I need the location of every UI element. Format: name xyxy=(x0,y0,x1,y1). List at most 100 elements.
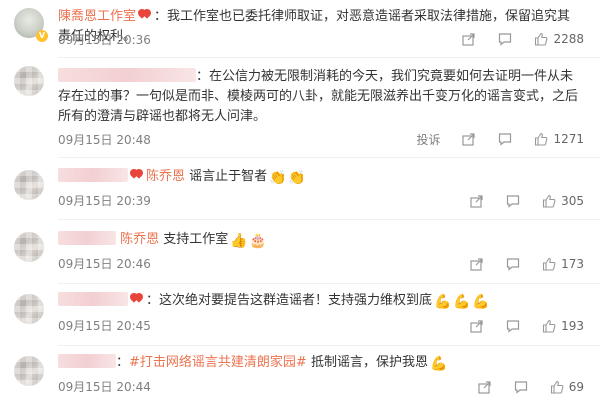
share-button[interactable] xyxy=(462,132,476,146)
thumbs-up-icon: 👍 xyxy=(230,233,248,249)
comment-button[interactable] xyxy=(514,380,528,394)
username[interactable]: 陳喬恩工作室 xyxy=(58,9,136,24)
like-count: 1271 xyxy=(553,132,584,146)
timestamp: 09月15日 20:39 xyxy=(58,194,151,208)
comment-icon xyxy=(514,381,527,394)
share-button[interactable] xyxy=(470,194,484,208)
like-icon xyxy=(535,32,548,46)
separator: ： xyxy=(146,293,160,308)
like-button[interactable]: 305 xyxy=(542,194,584,208)
fan-badge-icon xyxy=(138,9,152,21)
like-button[interactable]: 1271 xyxy=(534,132,584,146)
mention-link[interactable]: 陈乔恩 xyxy=(146,169,185,184)
actions-bar: 69 xyxy=(456,378,584,396)
comment-item: ：在公信力被无限制消耗的今天，我们究竟要如何去证明一件从未存在过的事？一句似是而… xyxy=(0,58,600,158)
username[interactable] xyxy=(58,168,128,182)
username[interactable] xyxy=(58,68,196,82)
comment-icon xyxy=(506,258,520,271)
timestamp: 09月15日 20:45 xyxy=(58,319,151,333)
muscle-icon: 💪 xyxy=(434,294,452,310)
actions-bar: 投诉 1271 xyxy=(394,130,584,148)
comment-item: V 陳喬恩工作室 ：我工作室也已委托律师取证，对恶意造谣者采取法律措施，保留追究其… xyxy=(0,0,600,58)
comment-text: 抵制谣言，保护我恩 xyxy=(310,355,428,370)
avatar[interactable] xyxy=(14,294,44,324)
comment-text: 支持工作室 xyxy=(163,232,229,247)
share-button[interactable] xyxy=(478,380,492,394)
muscle-icon: 💪 xyxy=(472,294,490,310)
divider xyxy=(58,345,600,346)
divider xyxy=(58,283,600,284)
comment-button[interactable] xyxy=(506,319,520,333)
comment-icon xyxy=(499,133,512,146)
comment-button[interactable] xyxy=(506,194,520,208)
comment-icon xyxy=(499,33,512,46)
avatar[interactable] xyxy=(14,356,44,386)
divider xyxy=(58,157,600,158)
like-count: 173 xyxy=(561,257,584,271)
hashtag-link[interactable]: #打击网络谣言共建清朗家园# xyxy=(129,355,307,370)
separator: ： xyxy=(196,69,210,84)
like-icon xyxy=(543,194,556,208)
like-button[interactable]: 2288 xyxy=(534,32,584,46)
username[interactable] xyxy=(58,231,116,245)
timestamp: 09月15日 20:46 xyxy=(58,257,151,271)
comment-line: 陈乔恩 支持工作室 👍 🎂 xyxy=(58,230,580,250)
separator: ： xyxy=(116,355,130,370)
share-button[interactable] xyxy=(462,32,476,46)
timestamp: 09月15日 20:48 xyxy=(58,133,151,147)
comment-icon xyxy=(506,195,520,208)
report-button[interactable]: 投诉 xyxy=(416,131,440,148)
share-icon xyxy=(462,33,476,46)
like-button[interactable]: 193 xyxy=(542,319,584,333)
timestamp: 09月15日 20:36 xyxy=(58,33,151,47)
avatar[interactable] xyxy=(14,66,44,96)
timestamp: 09月15日 20:44 xyxy=(58,380,151,394)
actions-bar: 173 xyxy=(448,255,584,273)
comment-icon xyxy=(506,320,520,333)
clap-icon: 👏 xyxy=(269,170,287,186)
share-button[interactable] xyxy=(470,319,484,333)
comment-line: ：在公信力被无限制消耗的今天，我们究竟要如何去证明一件从未存在过的事？一句似是而… xyxy=(58,67,580,127)
report-label: 投诉 xyxy=(416,132,441,147)
like-icon xyxy=(535,132,548,146)
like-count: 69 xyxy=(568,380,584,394)
username[interactable] xyxy=(58,292,128,306)
actions-bar: 193 xyxy=(448,317,584,335)
avatar[interactable] xyxy=(14,232,44,262)
like-icon xyxy=(543,257,556,271)
comment-button[interactable] xyxy=(498,132,512,146)
comment-button[interactable] xyxy=(506,257,520,271)
like-count: 305 xyxy=(561,194,584,208)
comment-line: 陈乔恩 谣言止于智者 👏 👏 xyxy=(58,167,580,187)
clap-icon: 👏 xyxy=(288,170,306,186)
like-button[interactable]: 173 xyxy=(542,257,584,271)
comment-item: ：#打击网络谣言共建清朗家园# 抵制谣言，保护我恩 💪 09月15日 20:44 … xyxy=(0,348,600,408)
share-icon xyxy=(470,195,483,208)
share-icon xyxy=(462,133,476,146)
comment-item: 陈乔恩 谣言止于智者 👏 👏 09月15日 20:39 305 xyxy=(0,160,600,218)
like-icon xyxy=(543,319,556,333)
like-count: 193 xyxy=(561,319,584,333)
like-icon xyxy=(550,380,564,394)
like-button[interactable]: 69 xyxy=(550,380,584,394)
avatar[interactable] xyxy=(14,170,44,200)
comment-button[interactable] xyxy=(498,32,512,46)
share-icon xyxy=(470,258,483,271)
share-icon xyxy=(478,381,491,394)
comment-line: ：#打击网络谣言共建清朗家园# 抵制谣言，保护我恩 💪 xyxy=(58,353,580,373)
separator: ： xyxy=(154,9,168,24)
comment-item: 陈乔恩 支持工作室 👍 🎂 09月15日 20:46 173 xyxy=(0,222,600,284)
share-button[interactable] xyxy=(470,257,484,271)
vip-badge-icon: V xyxy=(36,30,48,42)
comment-item: ：这次绝对要提告这群造谣者！支持强力维权到底 💪 💪 💪 09月15日 20:45 1… xyxy=(0,286,600,344)
actions-bar: 305 xyxy=(448,192,584,210)
share-icon xyxy=(470,320,483,333)
fan-badge-icon xyxy=(130,293,144,305)
actions-bar: 2288 xyxy=(440,30,584,48)
comment-text: 谣言止于智者 xyxy=(189,169,268,184)
username[interactable] xyxy=(58,354,116,368)
comment-text: 这次绝对要提告这群造谣者！支持强力维权到底 xyxy=(159,293,433,308)
mention-link[interactable]: 陈乔恩 xyxy=(120,232,159,247)
muscle-icon: 💪 xyxy=(429,356,448,372)
fan-badge-icon xyxy=(130,169,144,181)
